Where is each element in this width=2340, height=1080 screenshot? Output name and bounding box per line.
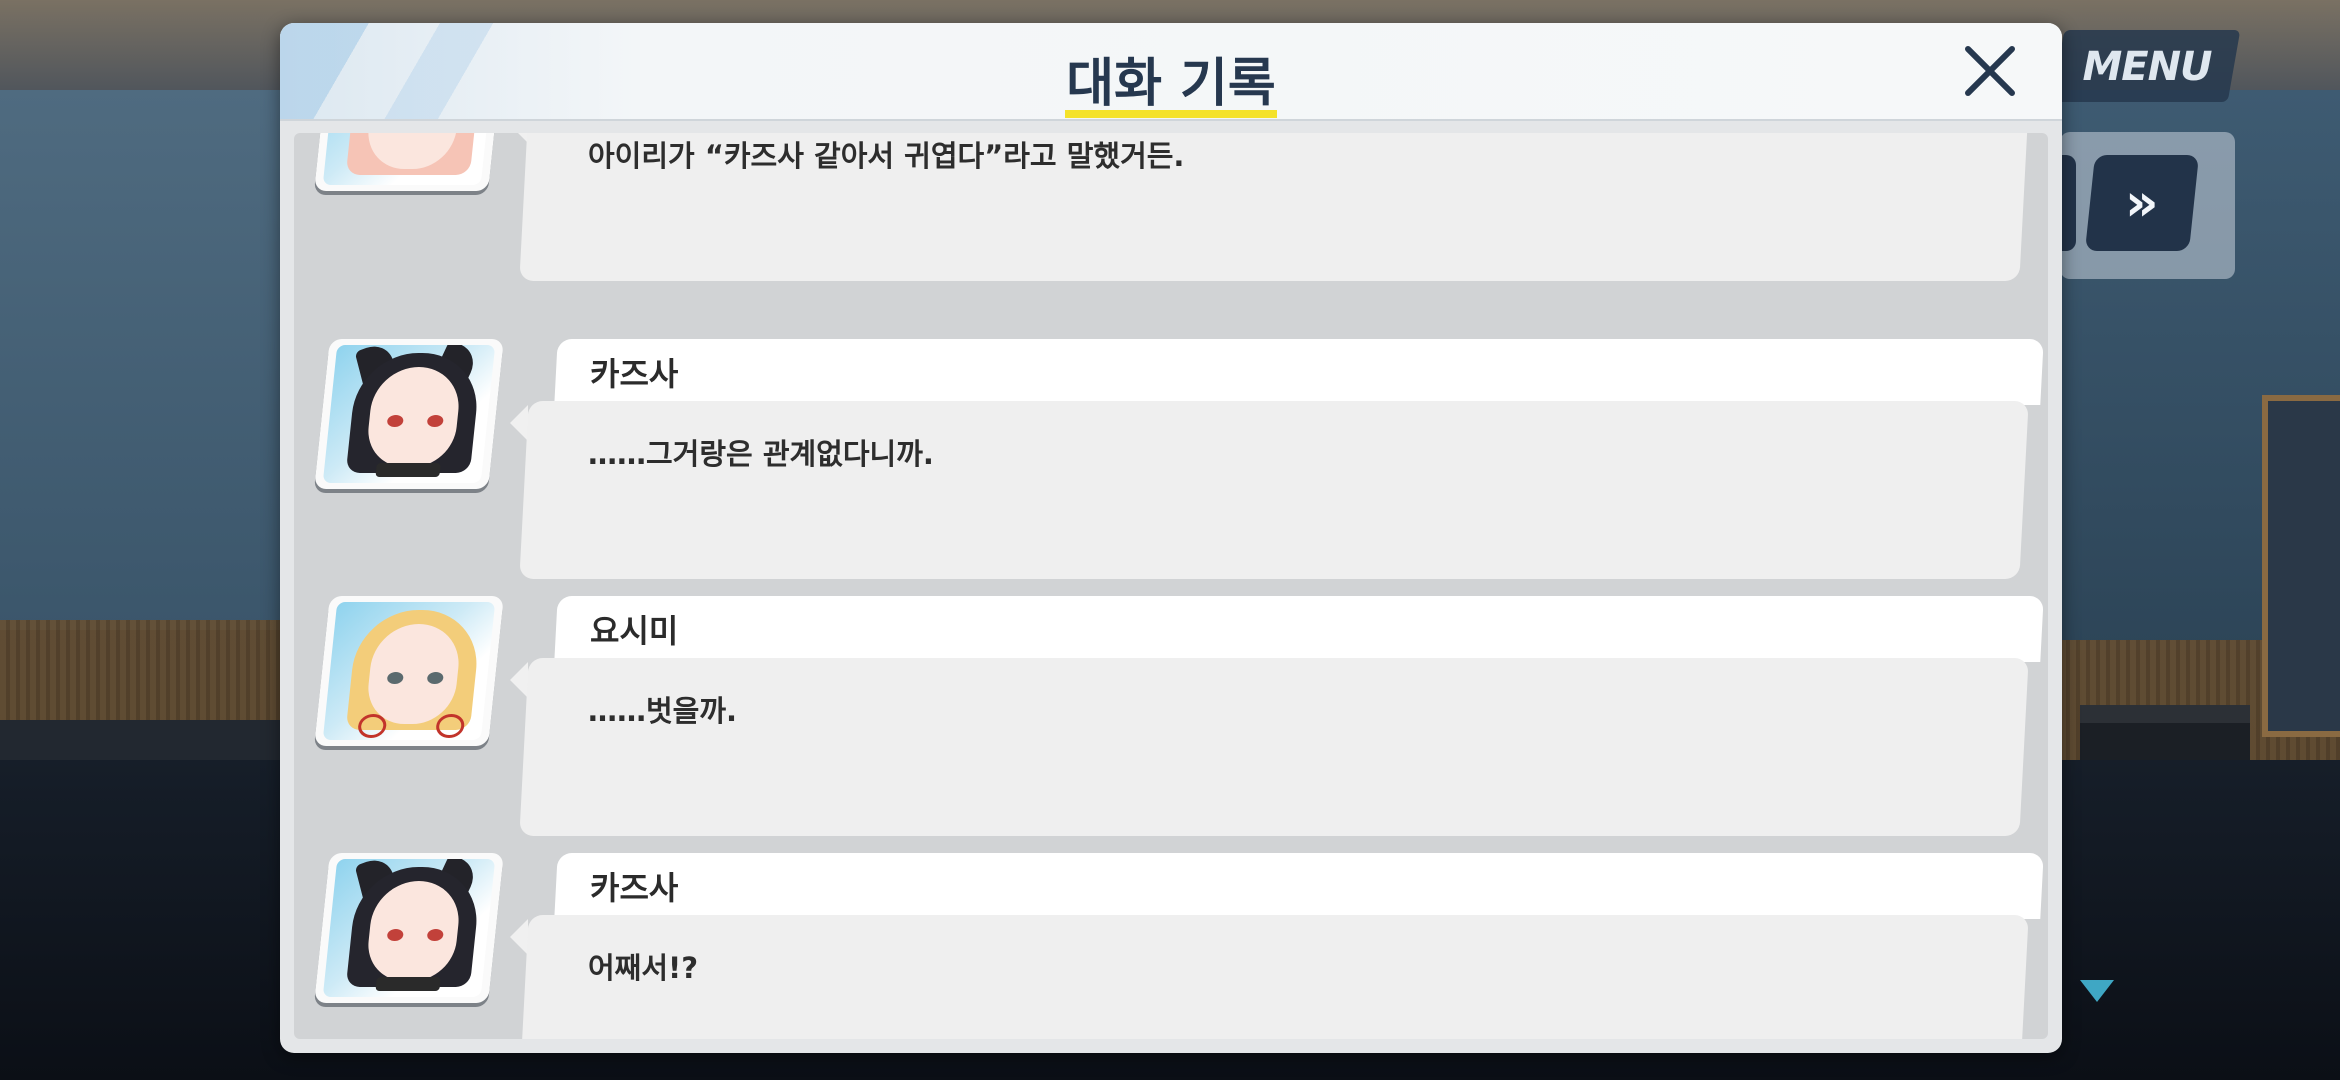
speech-pointer <box>510 405 528 441</box>
modal-header: 대화 기록 <box>280 23 2062 121</box>
dialog-text: ……벗을까. <box>588 694 738 728</box>
skip-button[interactable]: » <box>2084 155 2200 251</box>
speaker-portrait <box>314 596 504 746</box>
title-underline <box>1065 110 1277 118</box>
speech-pointer <box>510 133 528 143</box>
speech-pointer <box>510 919 528 955</box>
dialog-entry: 카즈사 ……그거랑은 관계없다니까. <box>294 339 2048 589</box>
background-keyboard <box>0 720 290 760</box>
close-button[interactable] <box>1960 41 2020 101</box>
background-door <box>2262 395 2340 737</box>
dialog-text-box <box>519 658 2029 836</box>
dialog-text-box <box>519 915 2029 1039</box>
close-icon <box>1965 46 2015 96</box>
background-wall-left <box>0 90 290 630</box>
dialog-log-modal: 대화 기록 아이리가 “카즈사 같아서 귀엽다”라고 말했거든. 카즈사 ……그… <box>280 23 2062 1053</box>
speaker-portrait <box>314 853 504 1003</box>
dialog-text: 어째서!? <box>588 951 699 985</box>
dialog-entry: 카즈사 어째서!? <box>294 853 2048 1039</box>
next-indicator-icon <box>2080 980 2114 1002</box>
modal-title: 대화 기록 <box>1066 54 1276 114</box>
menu-button-label[interactable]: MENU <box>2072 44 2222 90</box>
speaker-portrait <box>314 133 504 191</box>
speaker-name: 카즈사 <box>590 355 679 393</box>
dialog-entry: 아이리가 “카즈사 같아서 귀엽다”라고 말했거든. <box>294 133 2048 291</box>
speaker-portrait <box>314 339 504 489</box>
dialog-text: 아이리가 “카즈사 같아서 귀엽다”라고 말했거든. <box>588 139 1185 173</box>
speaker-name: 카즈사 <box>590 869 679 907</box>
speaker-name-bar <box>554 339 2044 405</box>
speaker-name-bar <box>554 853 2044 919</box>
fast-forward-icon: » <box>2125 173 2145 233</box>
speaker-name-bar <box>554 596 2044 662</box>
speaker-name: 요시미 <box>590 612 679 650</box>
dialog-log-list[interactable]: 아이리가 “카즈사 같아서 귀엽다”라고 말했거든. 카즈사 ……그거랑은 관계… <box>294 133 2048 1039</box>
dialog-entry: 요시미 ……벗을까. <box>294 596 2048 846</box>
dialog-text: ……그거랑은 관계없다니까. <box>588 437 934 471</box>
speech-pointer <box>510 662 528 698</box>
dialog-text-box <box>519 401 2029 579</box>
